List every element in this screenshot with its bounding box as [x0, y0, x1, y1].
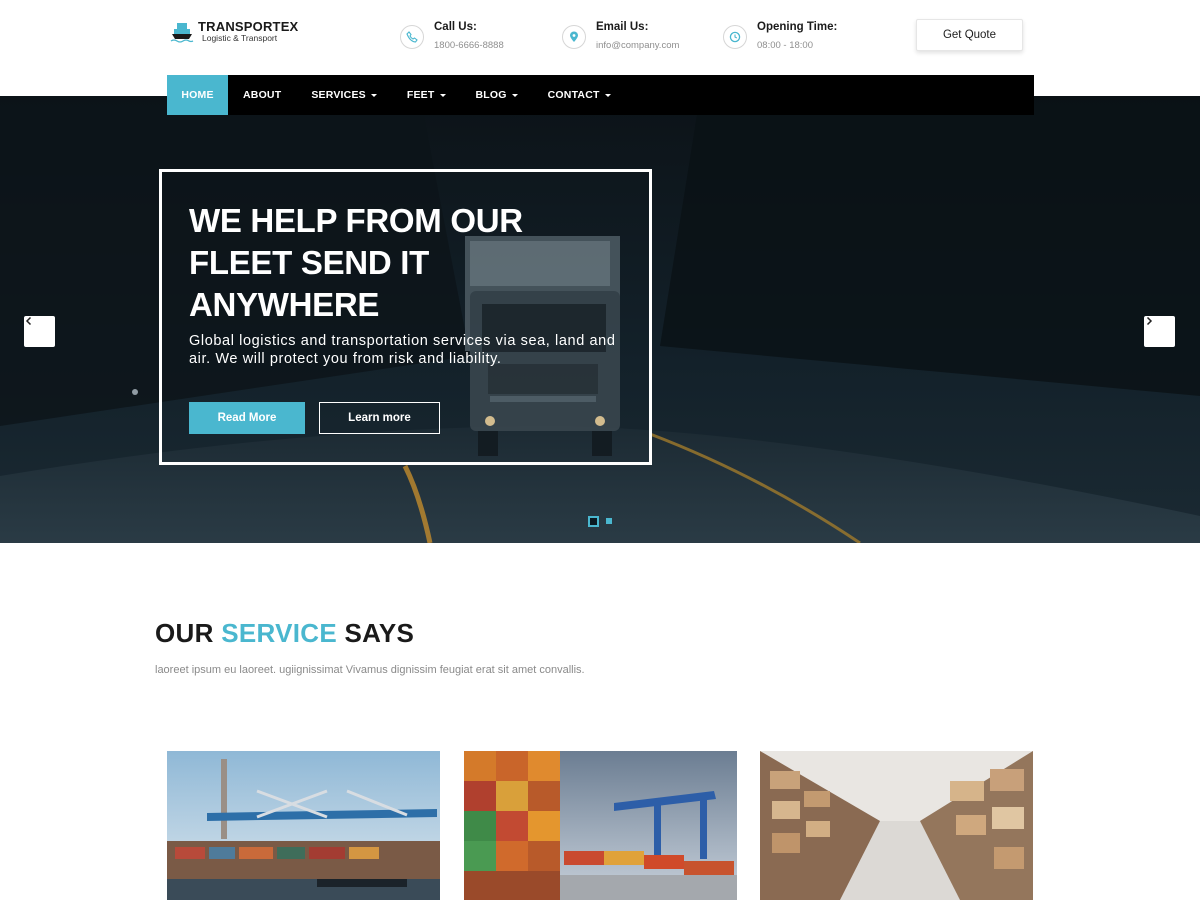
hero-title-line: WE HELP FROM OUR [189, 202, 523, 239]
learn-more-button[interactable]: Learn more [319, 402, 440, 434]
title-highlight: SERVICE [221, 618, 337, 648]
containers-yard-image [464, 751, 737, 900]
chevron-left-icon [25, 316, 32, 326]
main-nav: HOME ABOUT SERVICES FEET BLOG CONTACT [167, 75, 1034, 115]
service-card-containers[interactable] [464, 751, 737, 900]
slider-dot-active[interactable] [588, 516, 599, 527]
nav-label: CONTACT [547, 89, 600, 101]
slider-prev-button[interactable] [24, 316, 55, 347]
nav-label: BLOG [475, 89, 507, 101]
contact-hours: Opening Time: 08:00 - 18:00 [723, 20, 837, 51]
hero-slider: WE HELP FROM OUR FLEET SEND IT ANYWHERE … [0, 96, 1200, 543]
slider-next-button[interactable] [1144, 316, 1175, 347]
nav-services[interactable]: SERVICES [296, 75, 392, 115]
email-address[interactable]: info@company.com [596, 40, 679, 51]
nav-about[interactable]: ABOUT [228, 75, 296, 115]
hero-title-line: FLEET SEND IT [189, 244, 429, 281]
service-card-port[interactable] [167, 751, 440, 900]
get-quote-button[interactable]: Get Quote [916, 19, 1023, 51]
phone-icon [400, 25, 424, 49]
title-part: OUR [155, 618, 214, 648]
contact-label: Call Us: [434, 21, 477, 33]
nav-feet[interactable]: FEET [392, 75, 461, 115]
nav-contact[interactable]: CONTACT [533, 75, 626, 115]
services-subtitle: laoreet ipsum eu laoreet. ugiignissimat … [155, 664, 585, 676]
slider-dot[interactable] [606, 518, 612, 524]
location-pin-icon [562, 25, 586, 49]
contact-email: Email Us: info@company.com [562, 20, 679, 51]
caret-down-icon [511, 93, 518, 97]
contact-label: Email Us: [596, 21, 649, 33]
caret-down-icon [370, 93, 377, 97]
hero-description: Global logistics and transportation serv… [189, 333, 616, 367]
brand-name: TRANSPORTEX [198, 19, 299, 34]
logo[interactable]: TRANSPORTEX Logistic & Transport [170, 20, 298, 43]
contact-label: Opening Time: [757, 21, 838, 33]
port-cranes-image [167, 751, 440, 900]
services-title: OUR SERVICE SAYS [155, 618, 414, 649]
nav-home[interactable]: HOME [167, 75, 228, 115]
read-more-button[interactable]: Read More [189, 402, 305, 434]
nav-blog[interactable]: BLOG [461, 75, 533, 115]
caret-down-icon [604, 93, 611, 97]
clock-icon [723, 25, 747, 49]
nav-label: FEET [406, 89, 435, 101]
nav-label: SERVICES [311, 89, 366, 101]
ship-logo-icon [170, 22, 194, 43]
caret-down-icon [439, 93, 446, 97]
warehouse-shelves-image [760, 751, 1033, 900]
nav-label: ABOUT [243, 89, 282, 101]
opening-hours: 08:00 - 18:00 [757, 40, 813, 51]
title-part: SAYS [344, 618, 415, 648]
hero-title-line: ANYWHERE [189, 286, 380, 323]
phone-number[interactable]: 1800-6666-8888 [434, 40, 504, 51]
chevron-right-icon [1146, 316, 1153, 326]
nav-label: HOME [181, 89, 214, 101]
brand-tagline: Logistic & Transport [202, 33, 278, 43]
service-card-warehouse[interactable] [760, 751, 1033, 900]
contact-call: Call Us: 1800-6666-8888 [400, 20, 504, 51]
hero-title: WE HELP FROM OUR FLEET SEND IT ANYWHERE [189, 200, 619, 326]
